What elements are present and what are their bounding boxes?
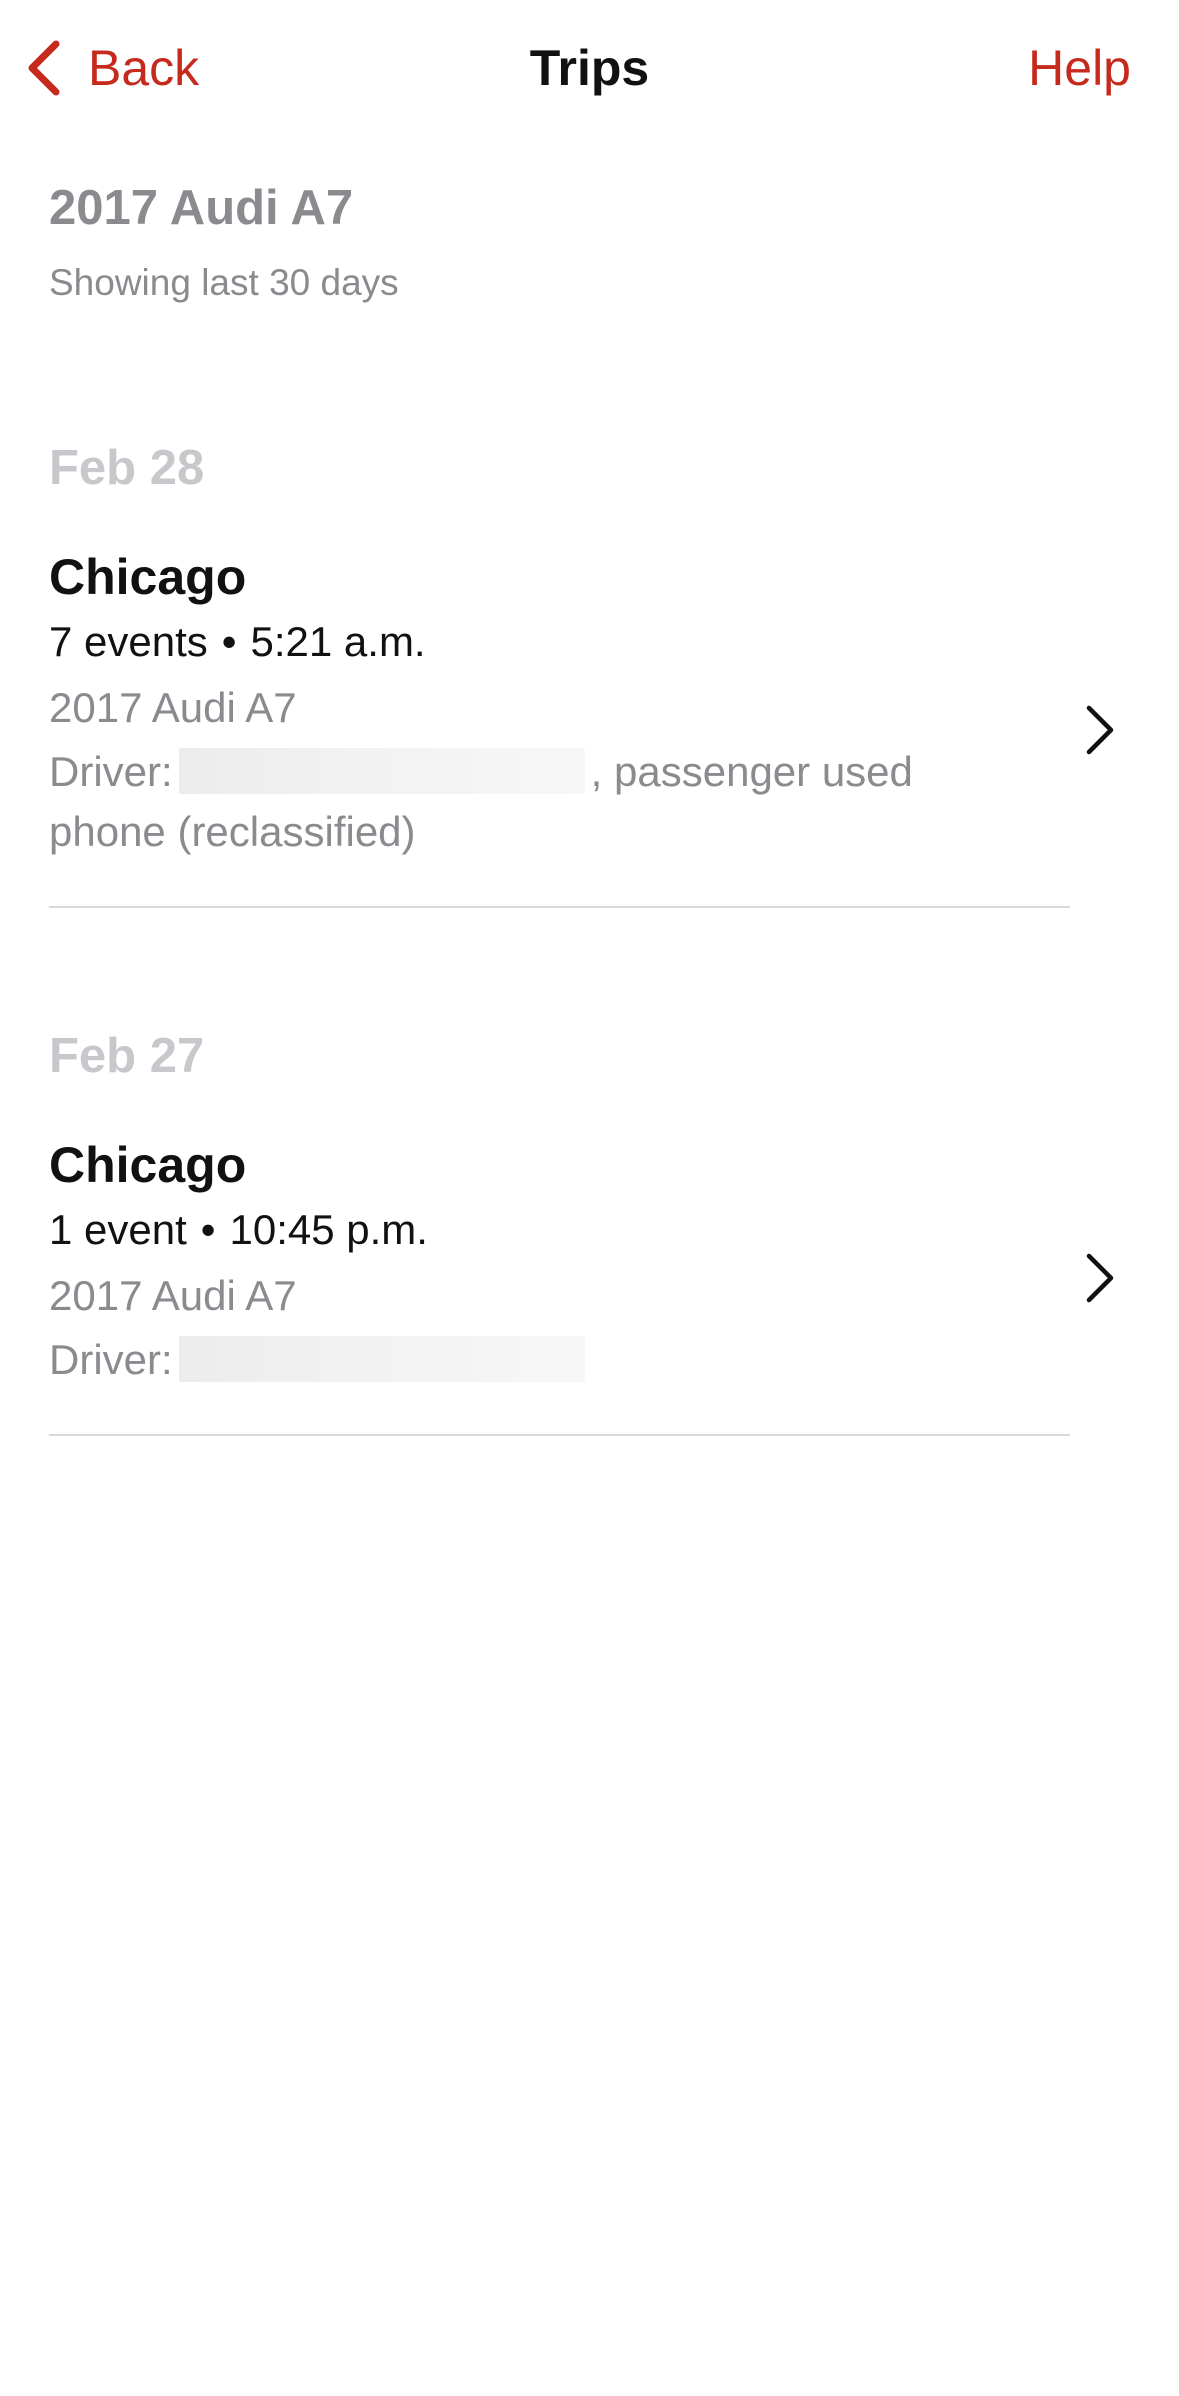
chevron-right-icon xyxy=(1085,1252,1115,1304)
trip-group-feb-28: Feb 28 Chicago 7 events • 5:21 a.m. 2017 A… xyxy=(49,438,1179,908)
chevron-right-icon xyxy=(1085,704,1115,756)
trip-time: 10:45 p.m. xyxy=(229,1206,428,1253)
date-range-subtitle: Showing last 30 days xyxy=(49,262,399,303)
trip-city: Chicago xyxy=(49,1137,247,1193)
trip-meta: 1 event • 10:45 p.m. xyxy=(49,1202,1179,1258)
driver-label: Driver: xyxy=(49,748,173,795)
trip-group-feb-27: Feb 27 Chicago 1 event • 10:45 p.m. 2017 A… xyxy=(49,1026,1179,1436)
trip-driver: Driver: xyxy=(49,1330,1009,1390)
vehicle-title: 2017 Audi A7 xyxy=(49,181,354,235)
nav-bar: Back Trips Help xyxy=(0,0,1179,140)
trip-driver: Driver:, passenger used phone (reclassif… xyxy=(49,742,1009,862)
trip-city: Chicago xyxy=(49,549,247,605)
trip-event-count: 7 events xyxy=(49,618,208,665)
help-button[interactable]: Help xyxy=(1028,36,1131,100)
redacted-driver-name xyxy=(178,748,585,794)
divider xyxy=(49,1434,1070,1436)
trip-event-count: 1 event xyxy=(49,1206,187,1253)
vehicle-header: 2017 Audi A7 Showing last 30 days xyxy=(49,178,399,306)
driver-label: Driver: xyxy=(49,1336,173,1383)
separator-dot: • xyxy=(200,1206,216,1253)
trip-row[interactable]: Chicago 1 event • 10:45 p.m. 2017 Audi A7 … xyxy=(49,1134,1179,1390)
date-header: Feb 28 xyxy=(49,441,205,495)
trip-vehicle: 2017 Audi A7 xyxy=(49,684,297,731)
trip-row[interactable]: Chicago 7 events • 5:21 a.m. 2017 Audi A7 … xyxy=(49,546,1179,862)
trip-time: 5:21 a.m. xyxy=(250,618,426,665)
trip-vehicle: 2017 Audi A7 xyxy=(49,1272,297,1319)
separator-dot: • xyxy=(221,618,237,665)
divider xyxy=(49,906,1070,908)
page-title: Trips xyxy=(529,40,650,96)
date-header: Feb 27 xyxy=(49,1029,205,1083)
trip-meta: 7 events • 5:21 a.m. xyxy=(49,614,1179,670)
redacted-driver-name xyxy=(178,1336,585,1382)
